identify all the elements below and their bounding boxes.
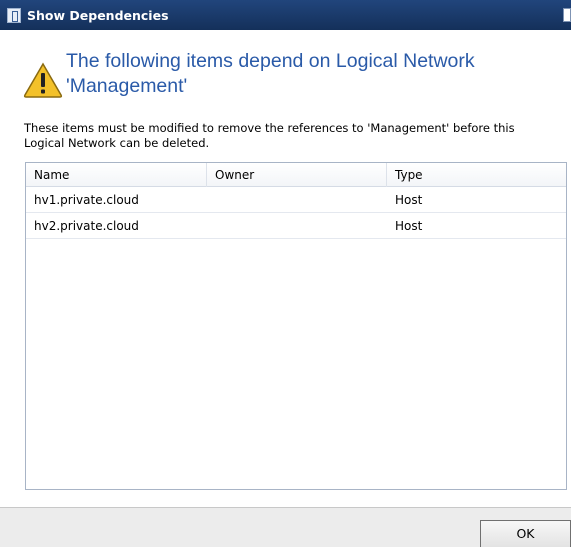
table-row[interactable]: hv2.private.cloud Host [26,213,566,239]
cell-owner [207,213,387,238]
column-header-type[interactable]: Type [387,163,566,187]
heading-line-1: The following items depend on Logical Ne… [66,50,475,72]
dialog-heading: The following items depend on Logical Ne… [66,49,546,99]
table-row[interactable]: hv1.private.cloud Host [26,187,566,213]
dependencies-list[interactable]: Name Owner Type hv1.private.cloud Host h… [25,162,567,490]
warning-icon [23,62,63,98]
cell-name: hv1.private.cloud [34,193,139,207]
ok-button[interactable]: OK [480,520,571,547]
close-icon[interactable] [563,8,571,22]
heading-line-2: 'Management' [66,75,188,97]
window-title: Show Dependencies [27,7,169,23]
cell-owner [207,187,387,212]
cell-name: hv2.private.cloud [34,219,139,233]
cell-type: Host [395,219,423,233]
cell-type: Host [395,193,423,207]
column-header-owner[interactable]: Owner [207,163,387,187]
description-line-1: These items must be modified to remove t… [24,121,515,135]
dialog-footer: OK [0,507,571,547]
column-header-name[interactable]: Name [26,163,207,187]
list-header: Name Owner Type [26,163,566,187]
description-line-2: Logical Network can be deleted. [24,136,210,150]
dialog-description: These items must be modified to remove t… [24,121,564,151]
dialog-window-icon [7,7,21,23]
show-dependencies-dialog: Show Dependencies The following items de… [0,0,571,547]
title-bar[interactable]: Show Dependencies [0,0,571,30]
